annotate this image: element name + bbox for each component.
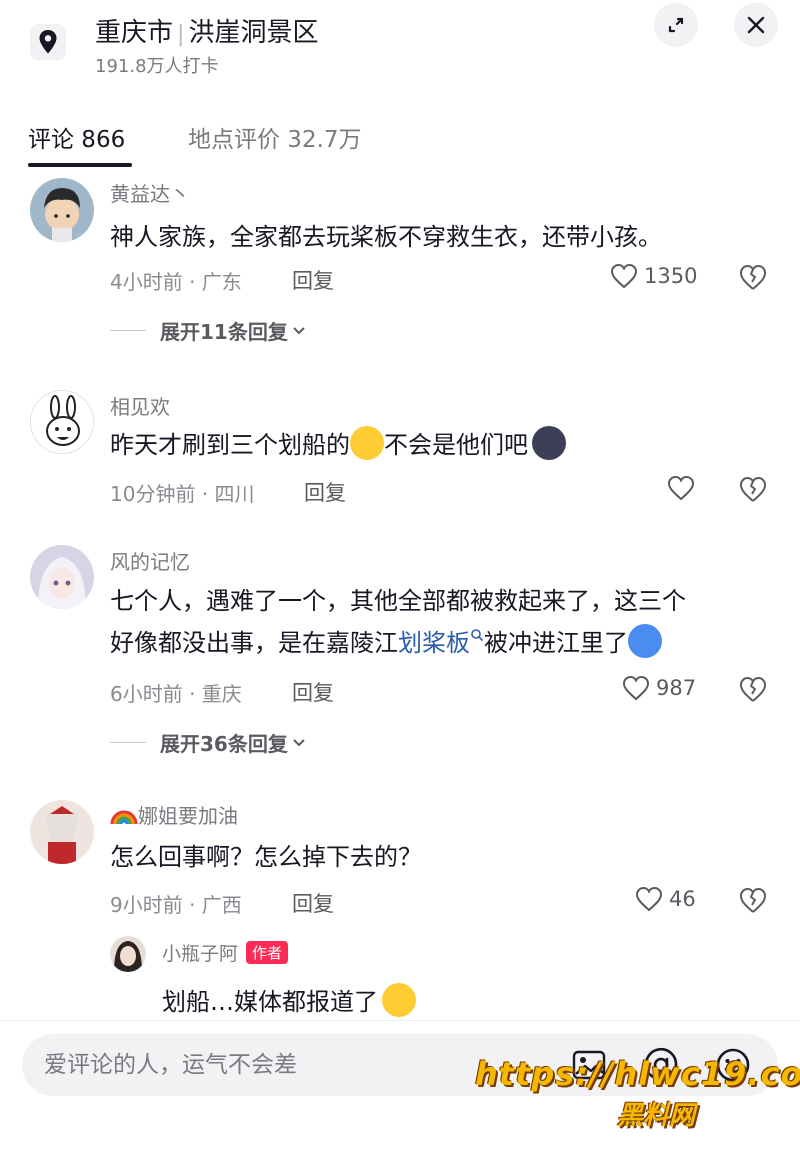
comment-meta: 6小时前 · 重庆 — [110, 682, 242, 706]
close-button[interactable] — [734, 3, 778, 47]
reply-avatar[interactable] — [110, 936, 146, 972]
reply-text-part: 划船…媒体都报道了 — [162, 988, 378, 1016]
like-button[interactable]: 46 — [635, 886, 696, 912]
watermark-site-name: 黑料网 — [616, 1101, 695, 1131]
expand-replies-button[interactable]: 展开11条回复 — [110, 316, 306, 345]
reply-button[interactable]: 回复 — [292, 888, 334, 918]
checkin-count: 191.8万人打卡 — [95, 56, 219, 77]
watermark-url: https://hlwc19.com — [475, 1055, 800, 1093]
rainbow-icon — [110, 810, 138, 825]
search-keyword-link[interactable]: 划桨板 — [398, 629, 470, 657]
like-button[interactable] — [667, 475, 701, 501]
broken-heart-icon — [740, 477, 766, 502]
comment-text: 神人家族，全家都去玩桨板不穿救生衣，还带小孩。 — [110, 223, 662, 251]
tab-comments[interactable]: 评论 866 — [28, 120, 125, 154]
heart-icon — [635, 886, 663, 912]
expand-replies-button[interactable]: 展开36条回复 — [110, 728, 306, 757]
watermark: https://hlwc19.com 黑料网 — [475, 1055, 800, 1132]
expand-replies-label: 展开11条回复 — [160, 320, 288, 344]
comment-meta: 4小时前 · 广东 — [110, 270, 242, 294]
broken-heart-icon — [740, 888, 766, 913]
expand-divider-line — [110, 742, 146, 743]
heart-icon — [667, 475, 695, 501]
reply-button[interactable]: 回复 — [292, 677, 334, 707]
collapse-icon — [668, 17, 684, 33]
reply-button[interactable]: 回复 — [304, 477, 346, 507]
dislike-button[interactable] — [738, 263, 768, 295]
comment-text-part: 好像都没出事，是在嘉陵江 — [110, 629, 398, 657]
avatar[interactable] — [30, 390, 94, 454]
expand-divider-line — [110, 330, 146, 331]
comment-text-line: 好像都没出事，是在嘉陵江划桨板 被冲进江里了 — [110, 622, 760, 664]
close-icon — [747, 16, 765, 34]
comment-text: 怎么回事啊？怎么掉下去的？ — [110, 843, 422, 871]
comment-input[interactable] — [44, 1048, 544, 1082]
broken-heart-icon — [740, 265, 766, 290]
comment-username[interactable]: 相见欢 — [110, 391, 170, 420]
like-button[interactable]: 1350 — [610, 263, 697, 289]
comment-text-part: 被冲进江里了 — [484, 629, 628, 657]
reply-username[interactable]: 小瓶子阿 — [162, 939, 238, 966]
like-count: 1350 — [644, 264, 698, 288]
heart-icon — [622, 675, 650, 701]
thinking-emoji-icon — [350, 426, 384, 460]
comment-text-line: 七个人，遇难了一个，其他全部都被救起来了，这三个 — [110, 587, 686, 615]
broken-heart-icon — [740, 677, 766, 702]
dizzy-face-emoji-icon — [382, 983, 416, 1017]
heart-icon — [610, 263, 638, 289]
expand-replies-label: 展开36条回复 — [160, 732, 288, 756]
avatar[interactable] — [30, 178, 94, 242]
tab-place-reviews[interactable]: 地点评价 32.7万 — [188, 120, 362, 154]
reply-button[interactable]: 回复 — [292, 265, 334, 295]
location-title[interactable]: 重庆市 | 洪崖洞景区 — [95, 12, 318, 49]
cold-face-emoji-icon — [628, 624, 662, 658]
chevron-down-icon — [293, 326, 305, 334]
reply-username-row: 小瓶子阿 作者 — [162, 939, 289, 966]
place-name: 洪崖洞景区 — [188, 18, 319, 48]
tab-bar: 评论 866 地点评价 32.7万 — [0, 110, 800, 170]
dislike-button[interactable] — [738, 675, 768, 707]
dislike-button[interactable] — [738, 886, 768, 918]
chevron-down-icon — [293, 738, 305, 746]
avatar[interactable] — [30, 545, 94, 609]
city-name: 重庆市 — [95, 18, 174, 48]
bottom-divider — [0, 1020, 800, 1021]
comment-text: 昨天才刷到三个划船的 不会是他们吧 — [110, 424, 760, 466]
comment-username-text: 娜姐要加油 — [138, 804, 238, 828]
search-icon — [471, 629, 484, 642]
comment-meta: 9小时前 · 广西 — [110, 893, 242, 917]
active-tab-indicator — [28, 163, 132, 167]
location-header: 重庆市 | 洪崖洞景区 191.8万人打卡 — [0, 0, 800, 100]
like-count: 987 — [656, 676, 697, 700]
comment-text-part: 昨天才刷到三个划船的 — [110, 431, 350, 459]
collapse-button[interactable] — [654, 3, 698, 47]
reply-text: 划船…媒体都报道了 — [162, 982, 416, 1020]
author-badge: 作者 — [246, 941, 289, 964]
comment-text: 七个人，遇难了一个，其他全部都被救起来了，这三个 好像都没出事，是在嘉陵江划桨板… — [110, 580, 760, 664]
location-pin-icon — [30, 24, 66, 60]
title-separator: | — [177, 22, 185, 47]
comment-meta: 10分钟前 · 四川 — [110, 482, 255, 506]
like-count: 46 — [669, 887, 696, 911]
comment-text-part: 不会是他们吧 — [384, 431, 528, 459]
like-button[interactable]: 987 — [622, 675, 696, 701]
avatar[interactable] — [30, 800, 94, 864]
comment-username[interactable]: 风的记忆 — [110, 546, 190, 575]
dark-face-emoji-icon — [532, 426, 566, 460]
dislike-button[interactable] — [738, 475, 768, 507]
comment-username[interactable]: 黄益达丶 — [110, 178, 190, 207]
comment-username[interactable]: 娜姐要加油 — [110, 800, 238, 829]
